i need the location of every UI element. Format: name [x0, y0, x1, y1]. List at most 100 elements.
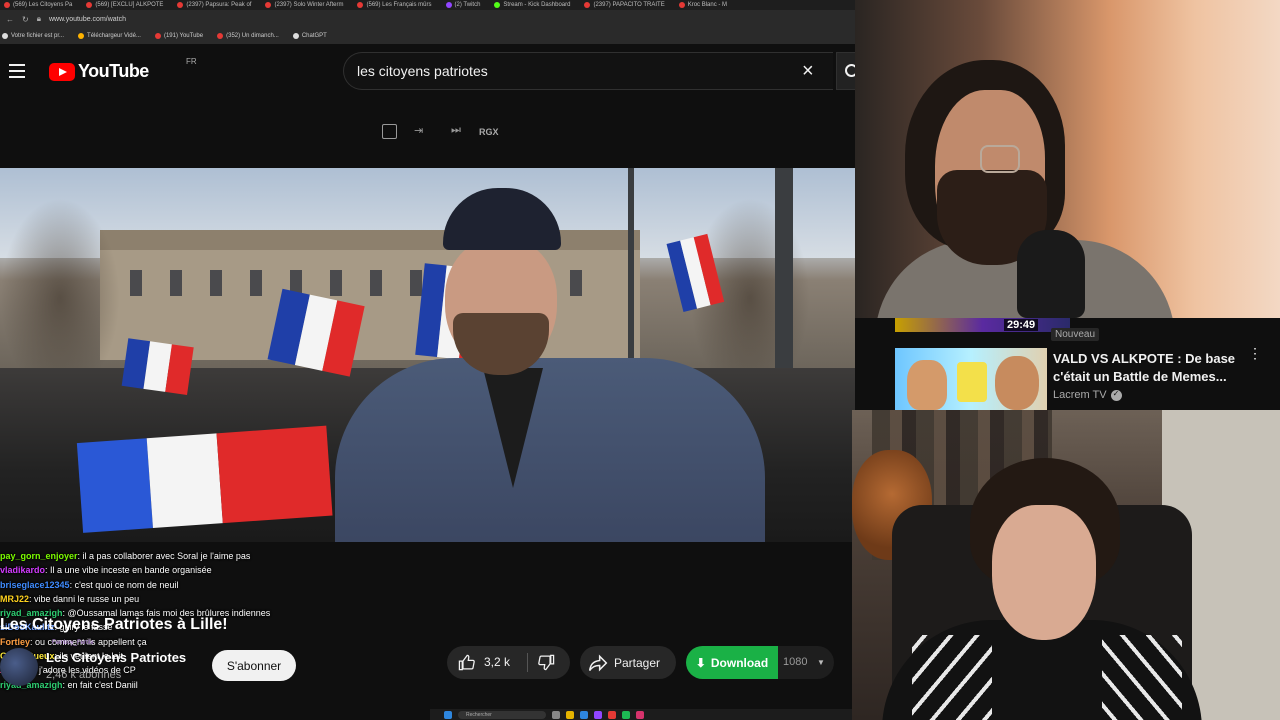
youtube-icon [357, 2, 364, 8]
download-label: Download [710, 655, 769, 670]
previous-thumbnail [895, 318, 1070, 332]
video-duration: 29:49 [1004, 319, 1039, 331]
folder-icon[interactable] [566, 710, 574, 719]
youtube-icon [177, 2, 184, 8]
back-icon[interactable]: ← [6, 15, 14, 24]
country-code: FR [186, 57, 197, 66]
video-title: Les Citoyens Patriotes à Lille! [0, 616, 228, 633]
share-label: Partager [614, 655, 661, 670]
bookmark-item[interactable]: (191) YouTube [154, 33, 203, 39]
twitch-icon [445, 2, 452, 8]
app-icon[interactable] [580, 710, 588, 719]
youtube-icon [265, 2, 272, 8]
chat-text: il a pas collaborer avec Soral je l'aime… [82, 551, 251, 561]
browser-tab-title: Kroc Blanc - M [687, 2, 728, 8]
reload-icon[interactable]: ↻ [22, 15, 29, 24]
menu-icon[interactable] [9, 64, 25, 78]
youtube-icon [86, 2, 93, 8]
bookmark-item[interactable]: (352) Un dimanch... [217, 33, 279, 39]
browser-tab[interactable]: Kroc Blanc - M [678, 0, 728, 10]
chat-message: MRJ22: vibe danni le russe un peu [0, 592, 430, 606]
bookmark-icon [2, 33, 8, 39]
app-icon[interactable] [552, 710, 560, 719]
sign-in-icon[interactable]: ⇥ [414, 124, 423, 137]
extension-bar: ⇥ ⏭ RGX [0, 100, 855, 168]
recommended-video[interactable]: 29:49 Nouveau VALD VS ALKPOTE : De base … [855, 318, 1280, 410]
browser-tab[interactable]: (2) Twitch [445, 0, 480, 10]
channel-name[interactable]: Les Citoyens Patriotes [46, 650, 186, 665]
verified-icon [1110, 389, 1122, 401]
app-icon[interactable] [594, 710, 602, 719]
more-options-icon[interactable]: ⋮ [1248, 346, 1262, 360]
rgx-extension[interactable]: RGX [479, 127, 499, 137]
subscribe-button[interactable]: S'abonner [212, 650, 296, 681]
browser-tab[interactable]: (2397) PAPACITO TRAITE [584, 0, 665, 10]
webcam-streamer [855, 0, 1280, 318]
bookmark-icon [78, 33, 85, 39]
like-icon[interactable] [458, 654, 475, 671]
bookmark-icon [292, 33, 299, 39]
chat-username[interactable]: Fortley [0, 637, 30, 647]
app-icon[interactable] [608, 710, 616, 719]
bookmark-label: (352) Un dimanch... [226, 33, 279, 39]
bookmark-label: ChatGPT [301, 33, 327, 39]
chat-username[interactable]: pay_gorn_enjoyer [0, 551, 78, 561]
channel-avatar[interactable] [0, 648, 38, 686]
bookmark-item[interactable]: Votre fichier est pr... [2, 33, 64, 39]
search-input[interactable]: les citoyens patriotes [343, 52, 833, 90]
app-icon[interactable] [636, 710, 644, 719]
chat-message: briseglace12345: c'est quoi ce nom de ne… [0, 578, 430, 592]
dislike-icon[interactable] [538, 654, 555, 671]
browser-tab[interactable]: (569) [EXCLU] ALKPOTE [86, 0, 163, 10]
kick-icon [494, 2, 501, 8]
taskbar-search[interactable]: Rechercher [458, 710, 546, 719]
youtube-icon [4, 2, 10, 8]
share-button[interactable]: Partager [580, 646, 676, 679]
chat-username[interactable]: MRJ22 [0, 594, 29, 604]
download-button[interactable]: ⬇ Download [686, 646, 778, 679]
browser-tab[interactable]: (569) Les Citoyens Pa [4, 0, 72, 10]
address-bar[interactable]: ← ↻ 🔒︎ www.youtube.com/watch [0, 10, 855, 28]
recommended-thumbnail[interactable] [895, 348, 1047, 410]
download-icon: ⬇ [695, 655, 706, 670]
bookmark-label: Téléchargeur Vidé... [87, 33, 141, 39]
youtube-logo[interactable]: YouTube FR [49, 57, 197, 82]
share-icon [588, 654, 608, 671]
chat-message: vladikardo: Il a une vibe inceste en ban… [0, 563, 430, 577]
windows-start-icon[interactable] [444, 710, 452, 719]
youtube-play-icon [49, 62, 75, 81]
logo-text: YouTube [78, 61, 149, 81]
bookmark-item[interactable]: Téléchargeur Vidé... [78, 33, 141, 39]
french-flag [76, 425, 333, 533]
recommended-title[interactable]: VALD VS ALKPOTE : De base c'était un Bat… [1053, 350, 1243, 386]
browser-tab-title: (2397) Solo Winter Afterm [274, 2, 344, 8]
skip-icon[interactable]: ⏭ [451, 124, 461, 137]
youtube-header: YouTube FR les citoyens patriotes × [0, 44, 866, 100]
browser-tab-title: (2397) PAPACITO TRAITE [593, 2, 665, 8]
chevron-down-icon[interactable]: ▼ [817, 658, 825, 667]
browser-tab[interactable]: (569) Les Français mûrs [357, 0, 432, 10]
spotify-icon[interactable] [622, 710, 630, 719]
browser-tab-title: (2397) Papsura: Peak of [186, 2, 252, 8]
download-widget: ⬇ Download 1080 ▼ [686, 646, 834, 679]
subscriber-count: 2,46 k abonnés [46, 669, 122, 681]
clear-search-icon[interactable]: × [802, 61, 814, 81]
chat-username[interactable]: vladikardo [0, 565, 45, 575]
url-text[interactable]: www.youtube.com/watch [49, 16, 126, 23]
browser-tab-strip: (569) Les Citoyens Pa (569) [EXCLU] ALKPO… [0, 0, 855, 10]
bookmark-item[interactable]: ChatGPT [292, 33, 327, 39]
browser-tab[interactable]: (2397) Papsura: Peak of [177, 0, 251, 10]
browser-tab[interactable]: (2397) Solo Winter Afterm [265, 0, 343, 10]
like-count: 3,2 k [484, 655, 511, 669]
video-speaker [335, 188, 765, 542]
chat-text: en fait c'est Daniil [67, 679, 138, 690]
browser-tab-title: (569) Les Citoyens Pa [13, 2, 73, 8]
popout-icon[interactable] [382, 124, 397, 139]
video-player[interactable] [0, 168, 855, 542]
bookmark-label: Votre fichier est pr... [11, 33, 65, 39]
chat-username[interactable]: briseglace12345 [0, 580, 70, 590]
browser-tab[interactable]: Stream - Kick Dashboard [494, 0, 570, 10]
bookmark-icon [217, 33, 224, 39]
recommended-channel[interactable]: Lacrem TV [1053, 389, 1122, 401]
download-quality[interactable]: 1080 [783, 656, 807, 668]
